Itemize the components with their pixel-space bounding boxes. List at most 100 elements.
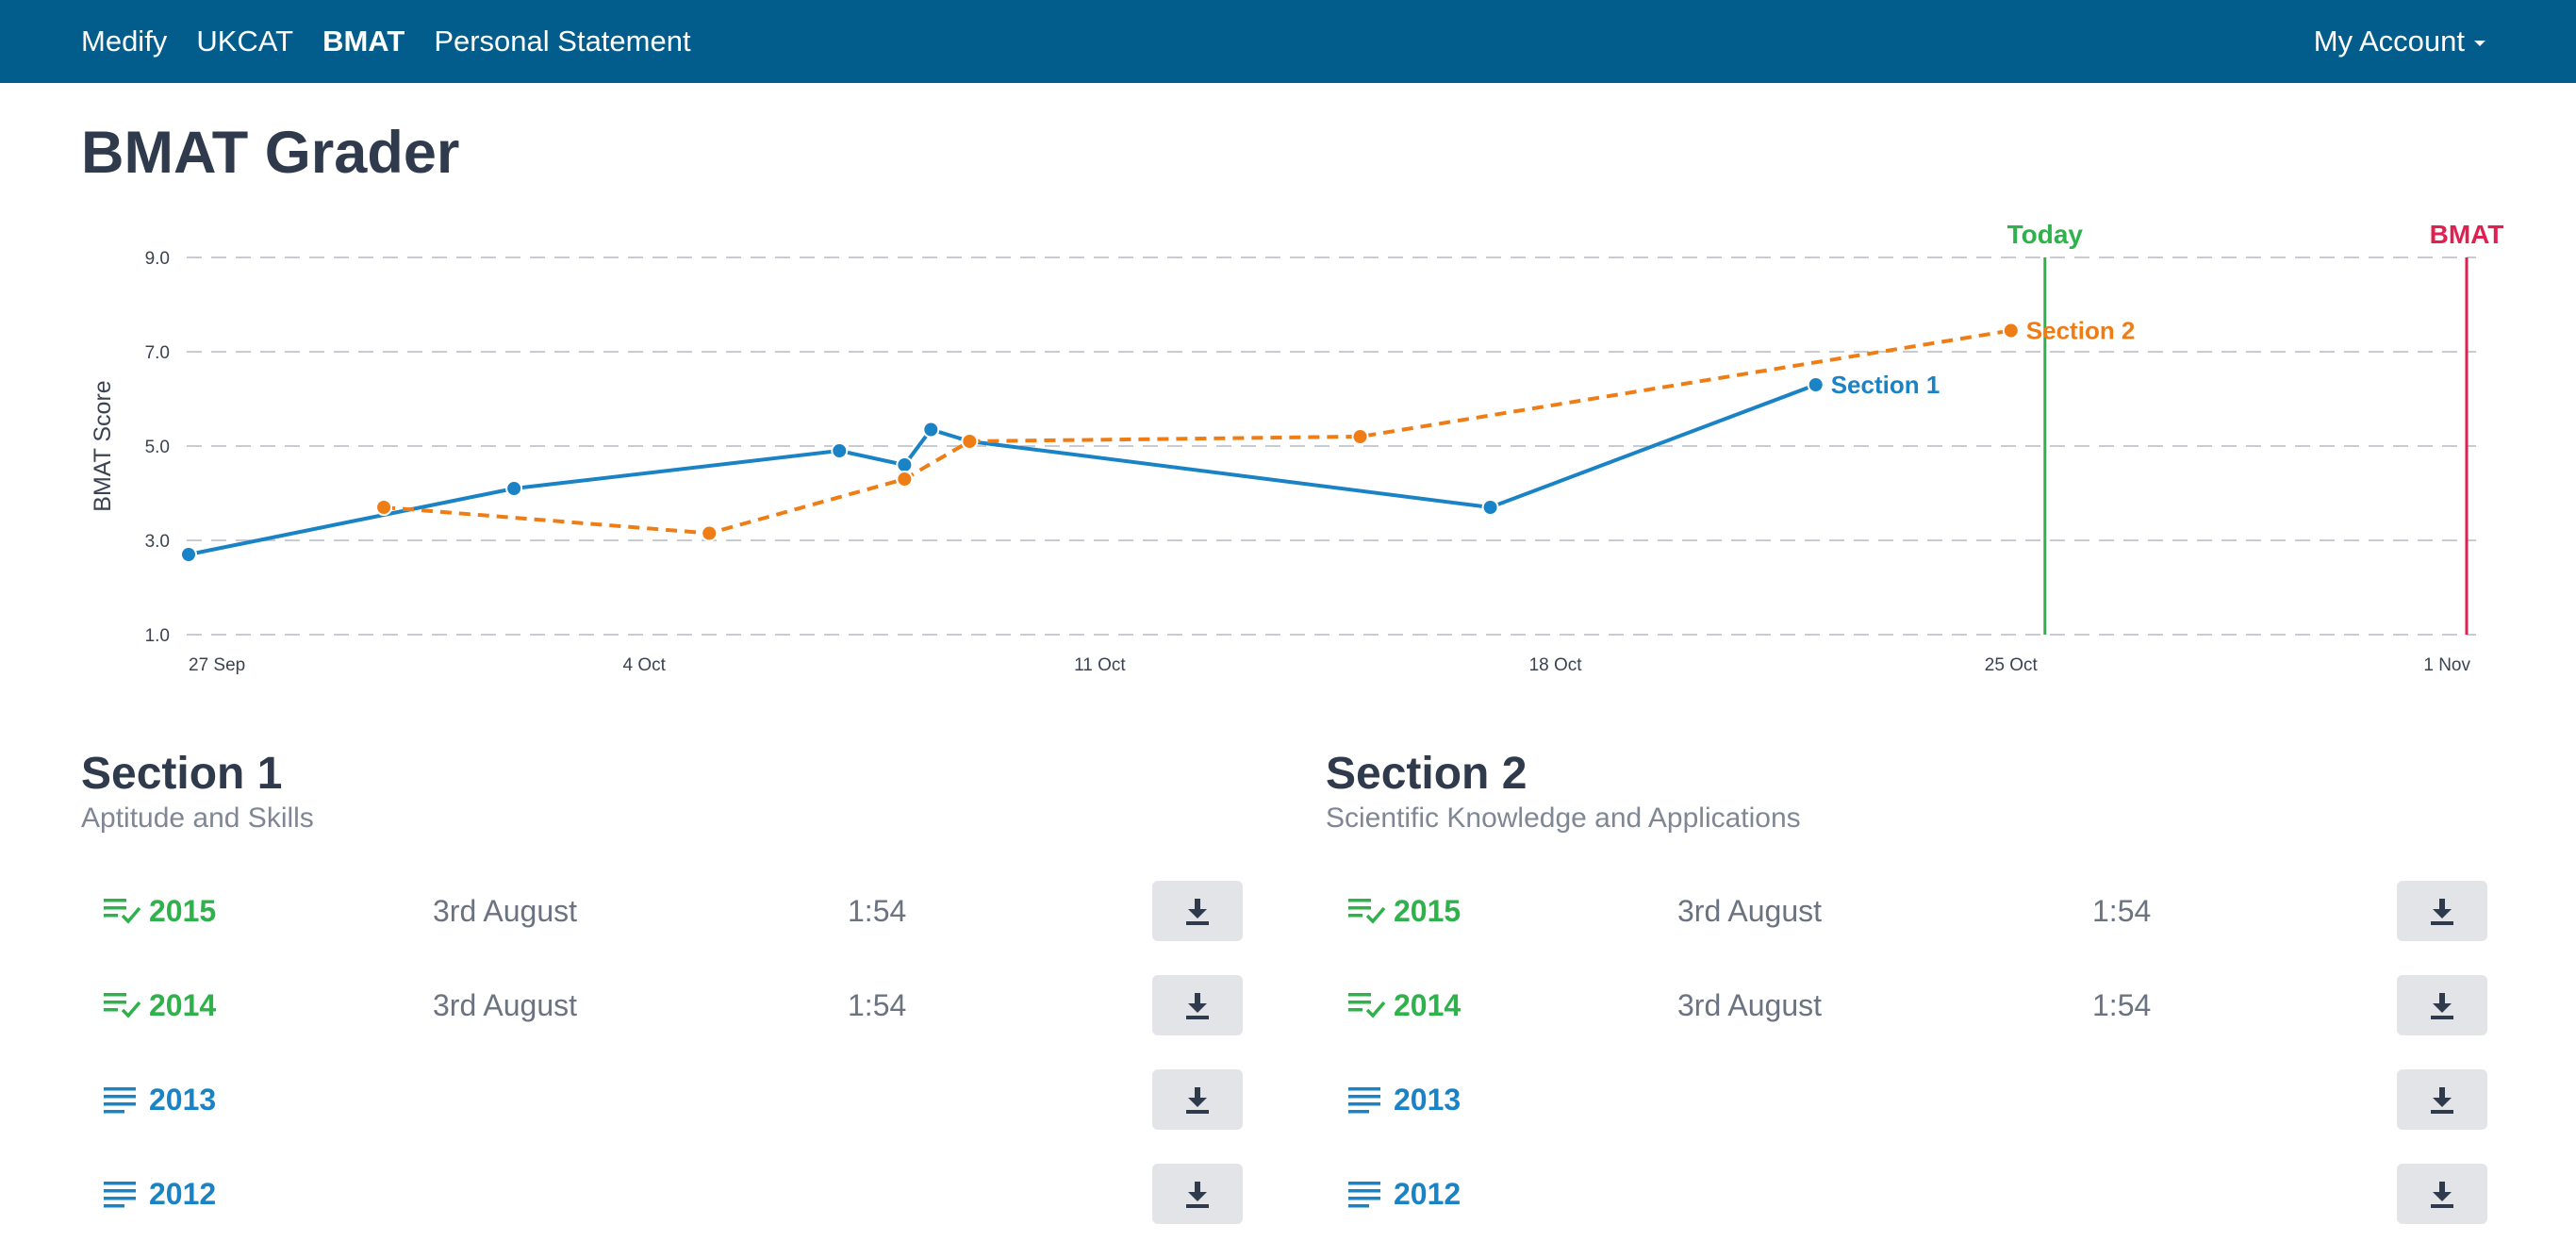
my-account-dropdown[interactable]: My Account xyxy=(2314,0,2485,83)
data-point[interactable] xyxy=(505,480,523,497)
paper-link-2013[interactable]: 2013 xyxy=(102,1073,216,1126)
download-icon xyxy=(1182,990,1213,1020)
paper-link-2015[interactable]: 2015 xyxy=(102,885,216,937)
y-tick-label: 3.0 xyxy=(145,532,170,552)
data-point[interactable] xyxy=(831,442,849,459)
data-point[interactable] xyxy=(961,433,979,450)
paper-link-2012[interactable]: 2012 xyxy=(1346,1167,1461,1220)
paper-link-2013[interactable]: 2013 xyxy=(1346,1073,1461,1126)
bmat-score-chart: 1.03.05.07.09.0 27 Sep 4 Oct 11 Oct 18 Oct 2… xyxy=(90,220,2504,675)
paper-row: 2013 xyxy=(1326,1052,2487,1147)
x-tick-label: 1 Nov xyxy=(2423,655,2470,675)
paper-row: 2014 3rd August 1:54 xyxy=(1326,958,2487,1052)
section-title: Section 1 xyxy=(81,749,283,799)
list-check-icon xyxy=(102,989,143,1021)
download-icon xyxy=(1182,896,1213,926)
section-1-panel: Section 1 Aptitude and Skills 2015 3rd Au… xyxy=(81,747,1243,1224)
data-point[interactable] xyxy=(375,499,393,516)
paper-year: 2013 xyxy=(149,1082,217,1117)
paper-row: 2015 3rd August 1:54 xyxy=(81,864,1243,958)
caret-down-icon xyxy=(2474,41,2485,46)
list-check-icon xyxy=(1346,989,1388,1021)
list-icon xyxy=(1346,1178,1388,1210)
my-account-label: My Account xyxy=(2313,25,2465,58)
paper-year: 2014 xyxy=(149,987,217,1022)
paper-row: 2012 xyxy=(81,1147,1243,1241)
nav-links: Medify UKCAT BMAT Personal Statement xyxy=(81,25,720,58)
section-subtitle: Scientific Knowledge and Applications xyxy=(1326,803,1801,834)
paper-year: 2014 xyxy=(1394,987,1461,1022)
chart-y-ticks: 1.0 3.0 5.0 7.0 9.0 xyxy=(145,249,170,646)
paper-link-2014[interactable]: 2014 xyxy=(102,979,216,1032)
series-line xyxy=(383,328,2012,536)
chart-series: Section 1 Section 2 xyxy=(180,317,2135,563)
download-icon xyxy=(1182,1179,1213,1209)
paper-year: 2012 xyxy=(149,1176,217,1211)
list-check-icon xyxy=(1346,895,1388,927)
data-point[interactable] xyxy=(1351,428,1369,445)
nav-link-bmat[interactable]: BMAT xyxy=(322,25,405,58)
x-tick-label: 25 Oct xyxy=(1985,655,2039,675)
paper-list: 2015 3rd August 1:54 2014 3rd August 1:54 2013… xyxy=(1326,864,2487,1241)
paper-link-2012[interactable]: 2012 xyxy=(102,1167,216,1220)
list-icon xyxy=(1346,1084,1388,1116)
series-section-2: Section 2 xyxy=(375,317,2135,542)
paper-year: 2013 xyxy=(1394,1082,1461,1117)
nav-link-personal-statement[interactable]: Personal Statement xyxy=(434,25,690,58)
section-title: Section 2 xyxy=(1326,749,1527,799)
paper-link-2014[interactable]: 2014 xyxy=(1346,979,1461,1032)
data-point[interactable] xyxy=(896,471,914,488)
download-icon xyxy=(2427,1084,2457,1115)
y-tick-label: 5.0 xyxy=(145,438,170,457)
data-point[interactable] xyxy=(896,456,914,473)
series-label: Section 1 xyxy=(1831,371,1940,399)
download-icon xyxy=(2427,990,2457,1020)
nav-brand-medify[interactable]: Medify xyxy=(81,25,167,58)
paper-year: 2012 xyxy=(1394,1176,1461,1211)
paper-row: 2012 xyxy=(1326,1147,2487,1241)
navbar: Medify UKCAT BMAT Personal Statement My … xyxy=(0,0,2576,83)
data-point[interactable] xyxy=(180,546,197,563)
paper-row: 2014 3rd August 1:54 xyxy=(81,958,1243,1052)
y-tick-label: 1.0 xyxy=(145,626,170,646)
list-icon xyxy=(102,1178,143,1210)
x-tick-label: 27 Sep xyxy=(189,655,245,675)
paper-date: 3rd August xyxy=(433,987,577,1022)
paper-year: 2015 xyxy=(1394,893,1461,928)
download-button[interactable] xyxy=(1152,881,1243,941)
download-icon xyxy=(2427,1179,2457,1209)
section-subtitle: Aptitude and Skills xyxy=(81,803,314,834)
data-point[interactable] xyxy=(922,421,940,438)
x-tick-label: 11 Oct xyxy=(1074,655,1126,675)
download-icon xyxy=(2427,896,2457,926)
data-point[interactable] xyxy=(2002,322,2020,339)
paper-row: 2013 xyxy=(81,1052,1243,1147)
data-point[interactable] xyxy=(1807,376,1825,393)
series-line xyxy=(188,383,1817,556)
marker-label-bmat: BMAT xyxy=(2430,220,2504,249)
paper-time: 1:54 xyxy=(848,893,907,928)
download-button[interactable] xyxy=(2397,1069,2487,1130)
download-button[interactable] xyxy=(2397,975,2487,1035)
data-point[interactable] xyxy=(1481,499,1499,516)
paper-link-2015[interactable]: 2015 xyxy=(1346,885,1461,937)
paper-list: 2015 3rd August 1:54 2014 3rd August 1:54 2013… xyxy=(81,864,1243,1241)
paper-row: 2015 3rd August 1:54 xyxy=(1326,864,2487,958)
paper-time: 1:54 xyxy=(848,987,907,1022)
data-point[interactable] xyxy=(701,524,718,542)
series-section-1: Section 1 xyxy=(180,371,1940,563)
chart-y-axis-label: BMAT Score xyxy=(90,380,116,511)
download-button[interactable] xyxy=(1152,1069,1243,1130)
x-tick-label: 4 Oct xyxy=(622,655,666,675)
download-button[interactable] xyxy=(1152,975,1243,1035)
download-button[interactable] xyxy=(1152,1164,1243,1224)
page-title: BMAT Grader xyxy=(81,120,460,186)
paper-year: 2015 xyxy=(149,893,217,928)
download-button[interactable] xyxy=(2397,1164,2487,1224)
nav-link-ukcat[interactable]: UKCAT xyxy=(196,25,293,58)
paper-date: 3rd August xyxy=(433,893,577,928)
paper-date: 3rd August xyxy=(1677,987,1822,1022)
download-button[interactable] xyxy=(2397,881,2487,941)
x-tick-label: 18 Oct xyxy=(1529,655,1583,675)
y-tick-label: 9.0 xyxy=(145,249,170,269)
